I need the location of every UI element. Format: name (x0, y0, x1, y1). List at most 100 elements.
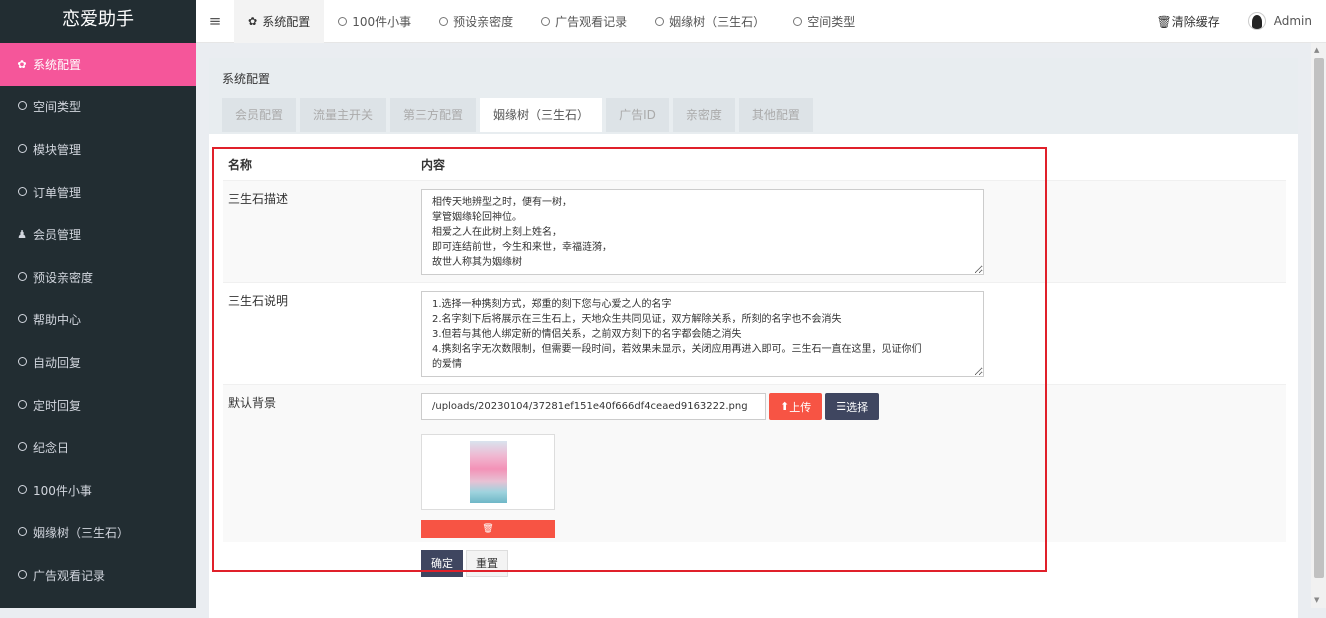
sidebar-item-label: 自动回复 (33, 354, 81, 371)
avatar[interactable] (1248, 12, 1266, 30)
tab-third-party-config[interactable]: 第三方配置 (390, 98, 476, 132)
circle-icon (793, 17, 802, 26)
sidebar-item-order-manage[interactable]: 订单管理 (0, 171, 196, 214)
sidebar-item-help-center[interactable]: 帮助中心 (0, 299, 196, 342)
tab-intimacy[interactable]: 亲密度 (673, 98, 735, 132)
tab-marriage-tree-config[interactable]: 姻缘树（三生石） (480, 98, 602, 132)
sidebar-item-label: 广告观看记录 (33, 567, 105, 584)
tab-ad-id[interactable]: 广告ID (606, 98, 669, 132)
upload-button[interactable]: ⬆ 上传 (769, 393, 822, 420)
circle-icon (16, 100, 28, 113)
table-header: 名称 内容 (223, 148, 1286, 180)
note-textarea[interactable]: 1.选择一种携刻方式，郑重的刻下您与心爱之人的名字 2.名字刻下后将展示在三生石… (421, 291, 984, 377)
circle-icon (655, 17, 664, 26)
confirm-button[interactable]: 确定 (421, 550, 463, 577)
table-row: 默认背景 /uploads/20230104/37281ef151e40f666… (223, 384, 1286, 542)
sidebar-item-auto-reply[interactable]: 自动回复 (0, 341, 196, 384)
user-name[interactable]: Admin (1274, 14, 1312, 28)
app-logo[interactable]: 恋爱助手 (0, 0, 196, 43)
tab-ad-records[interactable]: 广告观看记录 (527, 0, 641, 43)
sidebar-item-label: 会员管理 (33, 226, 81, 243)
list-icon: ☰ (836, 400, 846, 413)
desc-label: 三生石描述 (223, 189, 421, 282)
sidebar-item-label: 100件小事 (33, 482, 92, 499)
table-row: 三生石描述 相传天地辨型之时，便有一树， 掌管姻缘轮回神位。 相爱之人在此树上刻… (223, 180, 1286, 282)
sidebar-item-member-manage[interactable]: ♟ 会员管理 (0, 213, 196, 256)
note-label: 三生石说明 (223, 291, 421, 384)
sidebar-item-label: 预设亲密度 (33, 269, 93, 286)
column-name-header: 名称 (223, 156, 421, 173)
sidebar-item-label: 帮助中心 (33, 311, 81, 328)
sidebar-item-label: 模块管理 (33, 141, 81, 158)
tab-other-config[interactable]: 其他配置 (739, 98, 813, 132)
sidebar-item-preset-intimacy[interactable]: 预设亲密度 (0, 256, 196, 299)
circle-icon (16, 441, 28, 454)
panel-header: 系统配置 会员配置 流量主开关 第三方配置 姻缘树（三生石） 广告ID 亲密度 … (209, 58, 1298, 134)
circle-icon (16, 186, 28, 199)
circle-icon (16, 569, 28, 582)
circle-icon (16, 526, 28, 539)
bg-preview (421, 434, 555, 510)
circle-icon (16, 271, 28, 284)
sidebar-item-label: 纪念日 (33, 439, 69, 456)
top-navbar: ≡ ✿系统配置 100件小事 预设亲密度 广告观看记录 姻缘树（三生石） 空间类… (196, 0, 1326, 43)
circle-icon (16, 399, 28, 412)
bg-path-input[interactable]: /uploads/20230104/37281ef151e40f666df4ce… (421, 393, 766, 420)
sidebar-item-label: 定时回复 (33, 397, 81, 414)
circle-icon (338, 17, 347, 26)
sidebar-menu: ✿ 系统配置空间类型模块管理订单管理 ♟ 会员管理预设亲密度帮助中心自动回复定时回复纪… (0, 43, 196, 597)
sidebar-item-module-manage[interactable]: 模块管理 (0, 128, 196, 171)
scroll-up-icon[interactable]: ▲ (1314, 46, 1319, 54)
tab-member-config[interactable]: 会员配置 (222, 98, 296, 132)
user-icon: ♟ (16, 228, 28, 241)
circle-icon (16, 313, 28, 326)
menu-toggle-icon[interactable]: ≡ (196, 12, 234, 30)
scroll-down-icon[interactable]: ▼ (1314, 596, 1319, 604)
sidebar-item-label: 订单管理 (33, 184, 81, 201)
sidebar-item-system-config[interactable]: ✿ 系统配置 (0, 43, 196, 86)
sidebar-item-label: 系统配置 (33, 56, 81, 73)
sidebar-item-anniversary[interactable]: 纪念日 (0, 426, 196, 469)
main-panel: 系统配置 会员配置 流量主开关 第三方配置 姻缘树（三生石） 广告ID 亲密度 … (209, 58, 1298, 618)
trash-icon: 🗑 (482, 524, 493, 534)
select-button[interactable]: ☰ 选择 (825, 393, 879, 420)
circle-icon (541, 17, 550, 26)
sidebar-item-ad-records[interactable]: 广告观看记录 (0, 554, 196, 597)
sidebar-item-100-things[interactable]: 100件小事 (0, 469, 196, 512)
sidebar-item-label: 姻缘树（三生石） (33, 524, 129, 541)
bg-preview-image (470, 441, 507, 503)
upload-icon: ⬆ (780, 400, 789, 413)
config-form: 名称 内容 三生石描述 相传天地辨型之时，便有一树， 掌管姻缘轮回神位。 相爱之… (223, 148, 1286, 577)
sidebar-item-space-type[interactable]: 空间类型 (0, 86, 196, 129)
table-row: 三生石说明 1.选择一种携刻方式，郑重的刻下您与心爱之人的名字 2.名字刻下后将… (223, 282, 1286, 384)
tab-100-things[interactable]: 100件小事 (324, 0, 425, 43)
tab-system-config[interactable]: ✿系统配置 (234, 0, 324, 43)
gear-icon: ✿ (16, 58, 28, 71)
topbar-right: 🗑清除缓存 Admin (1157, 0, 1326, 43)
column-content-header: 内容 (421, 156, 1286, 173)
reset-button[interactable]: 重置 (466, 550, 508, 577)
tab-traffic-switch[interactable]: 流量主开关 (300, 98, 386, 132)
sidebar: 恋爱助手 ✿ 系统配置空间类型模块管理订单管理 ♟ 会员管理预设亲密度帮助中心自动回复… (0, 0, 196, 608)
sidebar-item-label: 空间类型 (33, 98, 81, 115)
tab-preset-intimacy[interactable]: 预设亲密度 (425, 0, 527, 43)
config-tabs: 会员配置 流量主开关 第三方配置 姻缘树（三生石） 广告ID 亲密度 其他配置 (222, 98, 1285, 132)
bg-file-row: /uploads/20230104/37281ef151e40f666df4ce… (421, 393, 1286, 420)
circle-icon (16, 143, 28, 156)
tab-marriage-tree[interactable]: 姻缘树（三生石） (641, 0, 779, 43)
circle-icon (439, 17, 448, 26)
circle-icon (16, 484, 28, 497)
clear-cache-button[interactable]: 🗑清除缓存 (1157, 13, 1220, 30)
form-actions: 确定 重置 (223, 542, 1286, 577)
scrollbar-thumb[interactable] (1314, 58, 1324, 578)
tab-space-type[interactable]: 空间类型 (779, 0, 869, 43)
desc-textarea[interactable]: 相传天地辨型之时，便有一树， 掌管姻缘轮回神位。 相爱之人在此树上刻上姓名， 即… (421, 189, 984, 275)
page-title: 系统配置 (222, 70, 1285, 84)
gear-icon: ✿ (248, 15, 257, 28)
sidebar-item-timed-reply[interactable]: 定时回复 (0, 384, 196, 427)
trash-icon: 🗑 (1157, 15, 1172, 29)
circle-icon (16, 356, 28, 369)
bg-label: 默认背景 (223, 393, 421, 542)
sidebar-item-marriage-tree[interactable]: 姻缘树（三生石） (0, 512, 196, 555)
delete-image-button[interactable]: 🗑 (421, 520, 555, 538)
